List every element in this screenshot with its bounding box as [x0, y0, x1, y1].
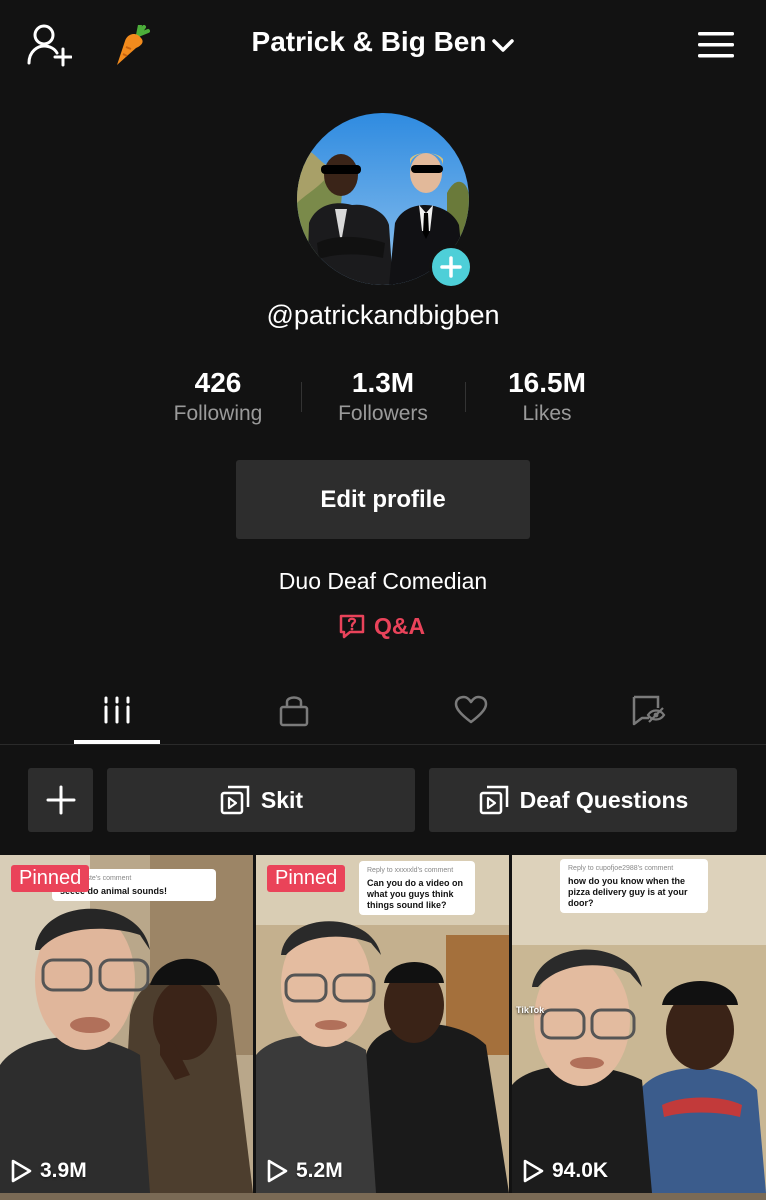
view-count-value: 94.0K	[552, 1159, 609, 1182]
account-switcher[interactable]: Patrick & Big Ben	[0, 26, 766, 60]
playlist-icon	[220, 785, 250, 815]
video-thumbnail[interactable]: Reply to cupofjoe2988's comment how do y…	[512, 855, 766, 1193]
tab-videos[interactable]	[72, 684, 162, 736]
menu-button[interactable]	[694, 26, 738, 64]
stat-value: 426	[194, 367, 242, 398]
watermark-text: TikTok	[516, 1005, 545, 1015]
video-thumbnail[interactable]: Reply to xxxxxld's comment Can you do a …	[256, 855, 509, 1193]
caption-reply: Reply to cupofjoe2988's comment	[568, 865, 674, 872]
tab-private[interactable]	[249, 684, 339, 736]
lock-icon	[279, 696, 309, 727]
hidden-tag-icon	[632, 695, 666, 726]
add-playlist-button[interactable]	[28, 768, 93, 832]
stat-label: Likes	[522, 402, 572, 425]
view-count-value: 5.2M	[296, 1159, 343, 1182]
stat-following[interactable]: 426 Following	[136, 366, 300, 426]
tiktok-watermark: TikTok	[516, 1005, 544, 1015]
stat-value: 1.3M	[351, 367, 415, 398]
playlist-skit-button[interactable]: Skit	[107, 768, 415, 832]
plus-icon	[440, 256, 462, 278]
caption-text: how do you know when the pizza delivery …	[568, 876, 688, 908]
pinned-badge: Pinned	[11, 865, 90, 892]
stat-value: 16.5M	[508, 367, 586, 398]
heart-icon	[454, 695, 488, 724]
stat-followers[interactable]: 1.3M Followers	[301, 366, 465, 426]
comment-caption: Reply to xxxxxld's comment Can you do a …	[359, 861, 475, 915]
add-avatar-button[interactable]	[429, 245, 473, 289]
play-icon	[523, 1159, 544, 1183]
caption-text: Can you do a video on what you guys thin…	[367, 878, 464, 910]
bio-text: Duo Deaf Comedian	[278, 568, 488, 594]
caption-reply: Reply to xxxxxld's comment	[367, 867, 454, 874]
tab-divider	[0, 744, 766, 745]
playlist-label: Deaf Questions	[519, 786, 689, 813]
qa-label: Q&A	[374, 612, 426, 639]
pinned-badge: Pinned	[267, 865, 346, 892]
plus-icon	[46, 785, 75, 815]
edit-profile-button[interactable]: Edit profile	[236, 460, 530, 539]
qa-link[interactable]: Q&A	[338, 612, 425, 640]
playlist-deaf-questions-button[interactable]: Deaf Questions	[429, 768, 737, 832]
question-bubble-icon	[339, 614, 365, 639]
stat-label: Following	[173, 402, 263, 425]
hamburger-menu-icon	[698, 32, 734, 58]
tab-liked[interactable]	[426, 684, 516, 736]
video-thumbnail[interactable]: xxstarduste's comment seeee do animal so…	[0, 855, 253, 1193]
view-count: 94.0K	[522, 1159, 608, 1183]
next-row-preview	[0, 1193, 766, 1200]
profile-handle: @patrickandbigben	[266, 300, 500, 330]
playlist-icon	[479, 785, 508, 815]
page-title: Patrick & Big Ben	[251, 26, 487, 57]
play-icon	[267, 1159, 288, 1183]
tab-hidden-tagged[interactable]	[604, 684, 694, 736]
chevron-down-icon	[492, 28, 515, 60]
view-count-value: 3.9M	[40, 1159, 87, 1182]
video-frame	[0, 855, 253, 1193]
stat-label: Followers	[338, 402, 428, 425]
comment-caption: Reply to cupofjoe2988's comment how do y…	[560, 859, 708, 913]
grid-icon	[104, 696, 130, 724]
view-count: 5.2M	[266, 1159, 343, 1183]
playlist-label: Skit	[260, 786, 304, 813]
play-icon	[11, 1159, 32, 1183]
stat-likes[interactable]: 16.5M Likes	[465, 366, 629, 426]
view-count: 3.9M	[10, 1159, 87, 1183]
